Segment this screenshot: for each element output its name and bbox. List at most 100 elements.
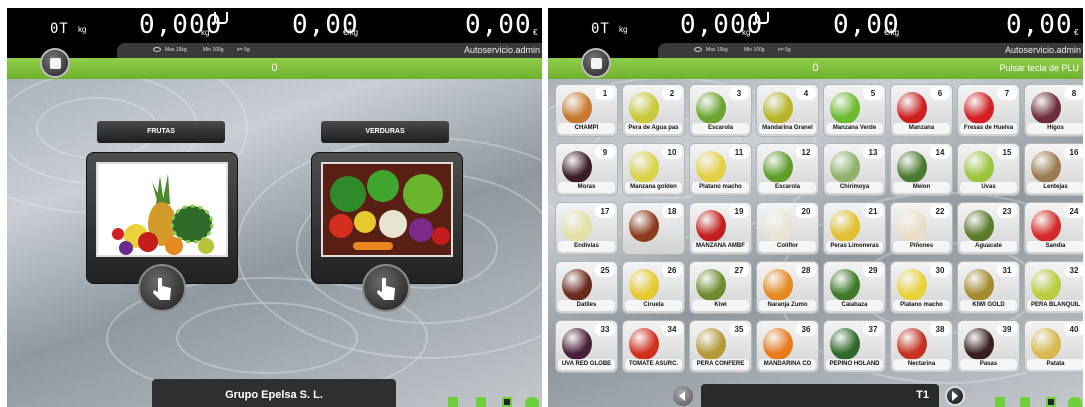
selected-plu: T1 bbox=[701, 384, 939, 407]
plu-key[interactable]: 5 Manzana Verde bbox=[823, 84, 886, 137]
user-name: Autoservicio.admin bbox=[463, 45, 540, 55]
plu-key[interactable]: 3 Escarola bbox=[689, 84, 752, 137]
plu-key[interactable]: 36 MANDARINA CO bbox=[756, 320, 819, 373]
cart-button[interactable] bbox=[40, 48, 70, 78]
screen-icon[interactable] bbox=[995, 397, 1005, 407]
plu-key[interactable]: 32 PERA BLANQUIL bbox=[1024, 261, 1083, 314]
plu-number: 21 bbox=[863, 205, 883, 218]
company-name: Grupo Epelsa S. L. bbox=[152, 379, 396, 407]
plu-key[interactable]: 30 Platano macho bbox=[890, 261, 953, 314]
plu-key[interactable]: 23 Aguacate bbox=[957, 202, 1020, 255]
scale-icon[interactable] bbox=[525, 397, 539, 407]
total-unit: € bbox=[1074, 28, 1079, 37]
plu-name: UVA RED GLOBE bbox=[558, 359, 615, 370]
hand-pointer-icon bbox=[377, 278, 395, 300]
plu-key[interactable]: 17 Endivias bbox=[555, 202, 618, 255]
previous-page-button[interactable] bbox=[673, 386, 693, 406]
plu-key[interactable]: 20 Coliflor bbox=[756, 202, 819, 255]
division: e= 5g bbox=[778, 47, 791, 53]
product-image bbox=[897, 92, 927, 124]
select-vegetables-button[interactable] bbox=[362, 264, 410, 312]
plu-key[interactable]: 15 Uvas bbox=[957, 143, 1020, 196]
next-page-button[interactable] bbox=[945, 386, 965, 406]
plu-key[interactable]: 27 Kiwi bbox=[689, 261, 752, 314]
plu-number: 20 bbox=[796, 205, 816, 218]
product-image bbox=[1031, 269, 1061, 301]
weight-readout: 0,000 bbox=[680, 10, 764, 40]
user-name: Autoservicio.admin bbox=[1004, 45, 1081, 55]
product-image bbox=[763, 210, 793, 242]
product-image bbox=[830, 151, 860, 183]
product-image bbox=[763, 269, 793, 301]
plu-number: 3 bbox=[729, 87, 749, 100]
weight-readout: 0,000 bbox=[139, 10, 223, 40]
plu-key[interactable]: 16 Lentejas bbox=[1024, 143, 1083, 196]
monitor-icon[interactable] bbox=[1046, 397, 1056, 407]
plu-key[interactable]: 21 Peras Limoneras bbox=[823, 202, 886, 255]
plu-key[interactable]: 35 PERA CONFERE bbox=[689, 320, 752, 373]
plu-key[interactable]: 37 PEPINO HOLAND bbox=[823, 320, 886, 373]
plu-key[interactable]: 25 Datiles bbox=[555, 261, 618, 314]
plu-name: MANZANA AMBF bbox=[692, 241, 749, 252]
product-image bbox=[696, 269, 726, 301]
screen-icon[interactable] bbox=[448, 397, 458, 407]
product-image bbox=[562, 328, 592, 360]
plu-key[interactable]: 7 Fresas de Huelva bbox=[957, 84, 1020, 137]
product-image bbox=[897, 269, 927, 301]
plu-number: 2 bbox=[662, 87, 682, 100]
plu-key[interactable]: 2 Pera de Agua pas bbox=[622, 84, 685, 137]
plu-name: Pasas bbox=[960, 359, 1017, 370]
category-screen: 0T kg 0,000 kg 0,00 €/kg 0,00 € Max 15kg… bbox=[7, 8, 542, 407]
status-bar: 0 Pulsar tecla de PLU bbox=[548, 58, 1083, 79]
plu-key[interactable]: 22 Piñones bbox=[890, 202, 953, 255]
cart-button[interactable] bbox=[581, 48, 611, 78]
product-image bbox=[696, 328, 726, 360]
plu-key[interactable]: 34 TOMATE ASURC. bbox=[622, 320, 685, 373]
select-fruits-button[interactable] bbox=[138, 264, 186, 312]
plu-key[interactable]: 6 Manzana bbox=[890, 84, 953, 137]
max-capacity: Max 15kg bbox=[706, 47, 728, 53]
plu-key[interactable]: 24 Sandia bbox=[1024, 202, 1083, 255]
plu-key[interactable]: 10 Manzana golden bbox=[622, 143, 685, 196]
total-readout: 0,00 bbox=[1006, 10, 1073, 40]
plu-key[interactable]: 39 Pasas bbox=[957, 320, 1020, 373]
product-image bbox=[830, 92, 860, 124]
plu-key[interactable]: 12 Escarola bbox=[756, 143, 819, 196]
plu-number: 33 bbox=[595, 323, 615, 336]
scale-icon[interactable] bbox=[1068, 397, 1082, 407]
plu-key[interactable]: 9 Moras bbox=[555, 143, 618, 196]
plu-key[interactable]: 40 Patata bbox=[1024, 320, 1083, 373]
product-image bbox=[763, 328, 793, 360]
category-label-vegetables[interactable]: VERDURAS bbox=[321, 121, 449, 143]
plu-key[interactable]: 14 Melon bbox=[890, 143, 953, 196]
plu-key[interactable]: 29 Calabaza bbox=[823, 261, 886, 314]
plu-name: PERA BLANQUIL bbox=[1027, 300, 1083, 311]
tare-unit: kg bbox=[78, 25, 87, 34]
plu-key[interactable]: 13 Chirimoya bbox=[823, 143, 886, 196]
plu-number: 30 bbox=[930, 264, 950, 277]
plu-key[interactable]: 28 Naranja Zumo bbox=[756, 261, 819, 314]
category-label-fruits[interactable]: FRUTAS bbox=[97, 121, 225, 143]
plu-key[interactable]: 19 MANZANA AMBF bbox=[689, 202, 752, 255]
plu-number: 15 bbox=[997, 146, 1017, 159]
plu-key[interactable]: 31 KIWI GOLD bbox=[957, 261, 1020, 314]
plu-name: Escarola bbox=[692, 123, 749, 134]
printer-icon[interactable] bbox=[1020, 397, 1030, 407]
plu-name: TOMATE ASURC. bbox=[625, 359, 682, 370]
plu-number: 34 bbox=[662, 323, 682, 336]
plu-key[interactable]: 18 bbox=[622, 202, 685, 255]
plu-key[interactable]: 1 CHAMPI bbox=[555, 84, 618, 137]
plu-key[interactable]: 38 Nectarina bbox=[890, 320, 953, 373]
plu-name: Mandarina Granel bbox=[759, 123, 816, 134]
plu-key[interactable]: 26 Ciruela bbox=[622, 261, 685, 314]
plu-name: KIWI GOLD bbox=[960, 300, 1017, 311]
printer-icon[interactable] bbox=[476, 397, 486, 407]
plu-key[interactable]: 8 Higos bbox=[1024, 84, 1083, 137]
plu-key[interactable]: 11 Platano macho bbox=[689, 143, 752, 196]
monitor-icon[interactable] bbox=[502, 397, 512, 407]
plu-key[interactable]: 33 UVA RED GLOBE bbox=[555, 320, 618, 373]
plu-number: 29 bbox=[863, 264, 883, 277]
plu-name: Moras bbox=[558, 182, 615, 193]
product-image bbox=[562, 92, 592, 124]
plu-key[interactable]: 4 Mandarina Granel bbox=[756, 84, 819, 137]
